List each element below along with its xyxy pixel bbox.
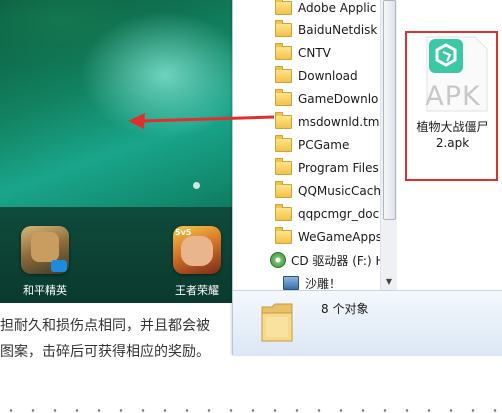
- peace-elite-app-icon[interactable]: [21, 226, 69, 274]
- tree-item-folder[interactable]: QQMusicCach: [275, 180, 381, 202]
- file-name: 植物大战僵尸 2.apk: [407, 119, 498, 151]
- phone-home-screen: 和平精英 5v5 王者荣耀: [0, 0, 232, 303]
- app-tag-5v5: 5v5: [175, 228, 192, 237]
- folder-icon: [275, 227, 292, 244]
- file-explorer-window: Adobe Applic BaiduNetdisk CNTV Download …: [232, 0, 502, 356]
- folder-icon: [275, 43, 292, 60]
- article-text-line: 担耐久和损伤点相同，并且都会被: [0, 318, 210, 334]
- folder-icon: [275, 135, 292, 152]
- network-icon: [283, 276, 299, 290]
- file-name-line2: 2.apk: [435, 136, 470, 150]
- folder-icon: [275, 112, 292, 129]
- tree-item-label: Program Files: [298, 161, 379, 175]
- status-bar: 8 个对象: [233, 290, 502, 356]
- tencent-badge-icon: [51, 260, 67, 272]
- tree-item-label: BaiduNetdisk: [298, 23, 378, 37]
- tree-item-label: qqpcmgr_doc: [298, 207, 380, 221]
- object-count: 8 个对象: [321, 302, 369, 316]
- tree-item-cd-drive[interactable]: CD 驱动器 (F:) H: [270, 249, 384, 271]
- tree-item-folder[interactable]: GameDownlo: [275, 88, 378, 110]
- tree-item-folder[interactable]: Program Files: [275, 157, 379, 179]
- highlighted-apk-file[interactable]: APK 植物大战僵尸 2.apk: [405, 31, 498, 181]
- tree-item-label: GameDownlo: [298, 92, 379, 106]
- tree-item-folder[interactable]: CNTV: [275, 42, 331, 64]
- soldier-figure-icon: [31, 232, 59, 262]
- scroll-down-arrow-icon[interactable]: ▼: [381, 274, 397, 290]
- tree-item-folder[interactable]: PCGame: [275, 134, 349, 156]
- apk-label: APK: [425, 81, 481, 112]
- dotted-divider: [0, 404, 502, 413]
- hero-figure-icon: [181, 236, 213, 266]
- app-label-peace-elite: 和平精英: [23, 284, 67, 297]
- page-indicator-dot: [193, 182, 200, 189]
- scrollbar-thumb[interactable]: [383, 0, 396, 220]
- tree-item-folder[interactable]: Adobe Applic: [275, 0, 376, 19]
- folder-icon: [275, 158, 292, 175]
- file-name-line1: 植物大战僵尸: [416, 120, 489, 134]
- tree-item-label: msdownld.tm: [298, 115, 380, 129]
- tree-item-folder[interactable]: qqpcmgr_doc: [275, 203, 379, 225]
- folder-icon: [275, 0, 292, 15]
- article-text-line: 图案，击碎后可获得相应的奖励。: [0, 344, 210, 360]
- tree-item-folder[interactable]: msdownld.tm: [275, 111, 379, 133]
- folder-icon: [275, 20, 292, 37]
- folder-icon: [275, 204, 292, 221]
- tree-item-folder[interactable]: Download: [275, 65, 358, 87]
- tree-item-label: Adobe Applic: [298, 1, 377, 15]
- folder-tree: Adobe Applic BaiduNetdisk CNTV Download …: [233, 0, 398, 290]
- tree-item-label: 沙雕！: [305, 276, 342, 291]
- folder-icon: [275, 181, 292, 198]
- red-arrow-icon: [128, 113, 275, 129]
- tree-item-label: Download: [298, 69, 358, 83]
- tree-item-label: QQMusicCach: [298, 184, 381, 198]
- app-label-honor-of-kings: 王者荣耀: [175, 284, 219, 297]
- tree-item-label: CD 驱动器 (F:) H: [291, 253, 385, 268]
- cd-drive-icon: [270, 252, 286, 268]
- tree-item-label: CNTV: [298, 46, 331, 60]
- tree-item-label: WeGameApps: [298, 230, 382, 244]
- large-folder-icon: [261, 303, 293, 342]
- folder-icon: [275, 66, 292, 83]
- tree-item-folder[interactable]: WeGameApps: [275, 226, 382, 248]
- tree-vertical-scrollbar[interactable]: ▼: [380, 0, 397, 290]
- tree-item-network[interactable]: 沙雕！: [283, 272, 341, 290]
- file-list-pane: APK 植物大战僵尸 2.apk: [398, 0, 502, 290]
- tree-item-folder[interactable]: BaiduNetdisk: [275, 19, 377, 41]
- folder-icon: [275, 89, 292, 106]
- tree-item-label: PCGame: [298, 138, 350, 152]
- honor-of-kings-app-icon[interactable]: 5v5: [173, 226, 221, 274]
